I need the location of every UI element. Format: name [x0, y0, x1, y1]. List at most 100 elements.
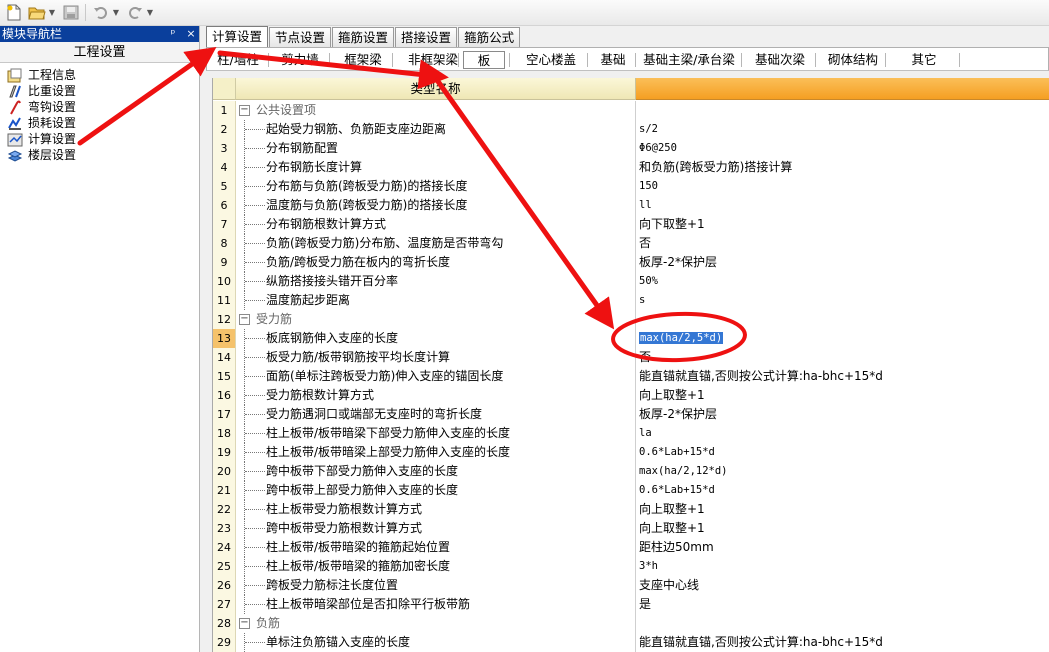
setting-value[interactable]: s [636, 291, 1049, 310]
setting-value[interactable]: 支座中心线 [636, 576, 1049, 595]
setting-value[interactable]: 0.6*Lab+15*d [636, 481, 1049, 500]
table-row[interactable]: 10 纵筋搭接接头错开百分率 50% [213, 272, 1049, 291]
subtab[interactable]: 剪力墙 [271, 51, 329, 69]
subtab[interactable]: 基础次梁 [747, 51, 813, 69]
collapse-icon[interactable]: − [239, 314, 250, 325]
setting-value[interactable]: 板厚-2*保护层 [636, 253, 1049, 272]
nav-item[interactable]: 工程信息 [0, 67, 199, 83]
nav-item-label: 楼层设置 [28, 148, 77, 162]
subtab[interactable]: 空心楼盖 [513, 51, 589, 69]
table-row[interactable]: 7 分布钢筋根数计算方式 向下取整+1 [213, 215, 1049, 234]
setting-value[interactable]: 50% [636, 272, 1049, 291]
subtab[interactable]: 其它 [891, 51, 957, 69]
setting-name: 分布筋与负筋(跨板受力筋)的搭接长度 [266, 179, 468, 193]
subtab[interactable]: 基础 [591, 51, 635, 69]
table-row[interactable]: 16 受力筋根数计算方式 向上取整+1 [213, 386, 1049, 405]
table-row[interactable]: 23 跨中板带受力筋根数计算方式 向上取整+1 [213, 519, 1049, 538]
save-icon[interactable] [61, 3, 81, 22]
group-row[interactable]: 1− 公共设置项 [213, 101, 1049, 120]
setting-value[interactable]: 和负筋(跨板受力筋)搭接计算 [636, 158, 1049, 177]
table-row[interactable]: 6 温度筋与负筋(跨板受力筋)的搭接长度 ll [213, 196, 1049, 215]
undo-dropdown-icon[interactable]: ▼ [111, 3, 121, 22]
tab[interactable]: 箍筋设置 [332, 27, 395, 47]
redo-icon[interactable] [125, 3, 145, 22]
group-row[interactable]: 28− 负筋 [213, 614, 1049, 633]
open-dropdown-icon[interactable]: ▼ [47, 3, 57, 22]
setting-value[interactable]: 向上取整+1 [636, 386, 1049, 405]
table-row[interactable]: 29 单标注负筋锚入支座的长度 能直锚就直锚,否则按公式计算:ha-bhc+15*d [213, 633, 1049, 652]
table-row[interactable]: 25 柱上板带/板带暗梁的箍筋加密长度 3*h [213, 557, 1049, 576]
table-row[interactable]: 5 分布筋与负筋(跨板受力筋)的搭接长度 150 [213, 177, 1049, 196]
table-row[interactable]: 21 跨中板带上部受力筋伸入支座的长度 0.6*Lab+15*d [213, 481, 1049, 500]
table-row[interactable]: 26 跨板受力筋标注长度位置 支座中心线 [213, 576, 1049, 595]
nav-pane-title: 模块导航栏 [2, 27, 63, 41]
collapse-icon[interactable]: − [239, 105, 250, 116]
table-row[interactable]: 3 分布钢筋配置 Φ6@250 [213, 139, 1049, 158]
pin-icon[interactable]: ᵖ [166, 26, 180, 42]
row-number: 14 [213, 348, 236, 367]
setting-value[interactable]: s/2 [636, 120, 1049, 139]
tab[interactable]: 搭接设置 [395, 27, 458, 47]
nav-item[interactable]: 损耗设置 [0, 115, 199, 131]
row-name-cell: 柱上板带/板带暗梁上部受力筋伸入支座的长度 [236, 443, 636, 462]
collapse-icon[interactable]: − [239, 618, 250, 629]
setting-value[interactable]: la [636, 424, 1049, 443]
subtab[interactable]: 板 [463, 51, 505, 69]
nav-item[interactable]: 比重设置 [0, 83, 199, 99]
close-icon[interactable]: × [184, 26, 198, 42]
setting-value[interactable]: 否 [636, 348, 1049, 367]
subtab[interactable]: 柱/墙柱 [210, 51, 266, 69]
tree-branch [245, 547, 265, 548]
setting-value[interactable]: 向下取整+1 [636, 215, 1049, 234]
setting-value[interactable]: 向上取整+1 [636, 500, 1049, 519]
setting-value[interactable]: Φ6@250 [636, 139, 1049, 158]
table-row[interactable]: 17 受力筋遇洞口或端部无支座时的弯折长度 板厚-2*保护层 [213, 405, 1049, 424]
row-number: 7 [213, 215, 236, 234]
new-file-icon[interactable] [4, 3, 24, 22]
selected-value-text[interactable]: max(ha/2,5*d) [639, 332, 724, 344]
setting-value[interactable]: 距柱边50mm [636, 538, 1049, 557]
table-row[interactable]: 24 柱上板带/板带暗梁的箍筋起始位置 距柱边50mm [213, 538, 1049, 557]
undo-icon[interactable] [91, 3, 111, 22]
table-row[interactable]: 9 负筋/跨板受力筋在板内的弯折长度 板厚-2*保护层 [213, 253, 1049, 272]
table-row[interactable]: 27 柱上板带暗梁部位是否扣除平行板带筋 是 [213, 595, 1049, 614]
setting-value[interactable]: ll [636, 196, 1049, 215]
subtab[interactable]: 基础主梁/承台梁 [639, 51, 739, 69]
table-row[interactable]: 4 分布钢筋长度计算 和负筋(跨板受力筋)搭接计算 [213, 158, 1049, 177]
table-row[interactable]: 20 跨中板带下部受力筋伸入支座的长度 max(ha/2,12*d) [213, 462, 1049, 481]
redo-dropdown-icon[interactable]: ▼ [145, 3, 155, 22]
table-row[interactable]: 19 柱上板带/板带暗梁上部受力筋伸入支座的长度 0.6*Lab+15*d [213, 443, 1049, 462]
setting-value[interactable]: 0.6*Lab+15*d [636, 443, 1049, 462]
setting-value[interactable]: 向上取整+1 [636, 519, 1049, 538]
row-number: 19 [213, 443, 236, 462]
table-row[interactable]: 11 温度筋起步距离 s [213, 291, 1049, 310]
table-row[interactable]: 14 板受力筋/板带钢筋按平均长度计算 否 [213, 348, 1049, 367]
setting-value[interactable]: max(ha/2,12*d) [636, 462, 1049, 481]
setting-value[interactable]: 否 [636, 234, 1049, 253]
setting-value[interactable]: 能直锚就直锚,否则按公式计算:ha-bhc+15*d [636, 367, 1049, 386]
setting-value[interactable]: 板厚-2*保护层 [636, 405, 1049, 424]
tab[interactable]: 节点设置 [269, 27, 332, 47]
table-row[interactable]: 13 板底钢筋伸入支座的长度 max(ha/2,5*d) [213, 329, 1049, 348]
table-row[interactable]: 8 负筋(跨板受力筋)分布筋、温度筋是否带弯勾 否 [213, 234, 1049, 253]
table-row[interactable]: 2 起始受力钢筋、负筋距支座边距离 s/2 [213, 120, 1049, 139]
setting-value[interactable]: 3*h [636, 557, 1049, 576]
tab[interactable]: 计算设置 [206, 26, 269, 47]
group-row[interactable]: 12− 受力筋 [213, 310, 1049, 329]
setting-value[interactable]: 能直锚就直锚,否则按公式计算:ha-bhc+15*d [636, 633, 1049, 652]
table-row[interactable]: 15 面筋(单标注跨板受力筋)伸入支座的锚固长度 能直锚就直锚,否则按公式计算:ha… [213, 367, 1049, 386]
setting-value[interactable]: max(ha/2,5*d) [636, 329, 1049, 348]
nav-item[interactable]: 弯钩设置 [0, 99, 199, 115]
open-folder-icon[interactable] [27, 3, 47, 22]
table-row[interactable]: 18 柱上板带/板带暗梁下部受力筋伸入支座的长度 la [213, 424, 1049, 443]
subtab[interactable]: 砌体结构 [821, 51, 885, 69]
subtab[interactable]: 框架梁 [333, 51, 393, 69]
setting-value[interactable]: 是 [636, 595, 1049, 614]
subtab-separator [587, 53, 588, 67]
nav-item[interactable]: 楼层设置 [0, 147, 199, 163]
tree-branch [245, 300, 265, 301]
nav-item[interactable]: 计算设置 [0, 131, 199, 147]
tab[interactable]: 箍筋公式 [458, 27, 521, 47]
setting-value[interactable]: 150 [636, 177, 1049, 196]
table-row[interactable]: 22 柱上板带受力筋根数计算方式 向上取整+1 [213, 500, 1049, 519]
